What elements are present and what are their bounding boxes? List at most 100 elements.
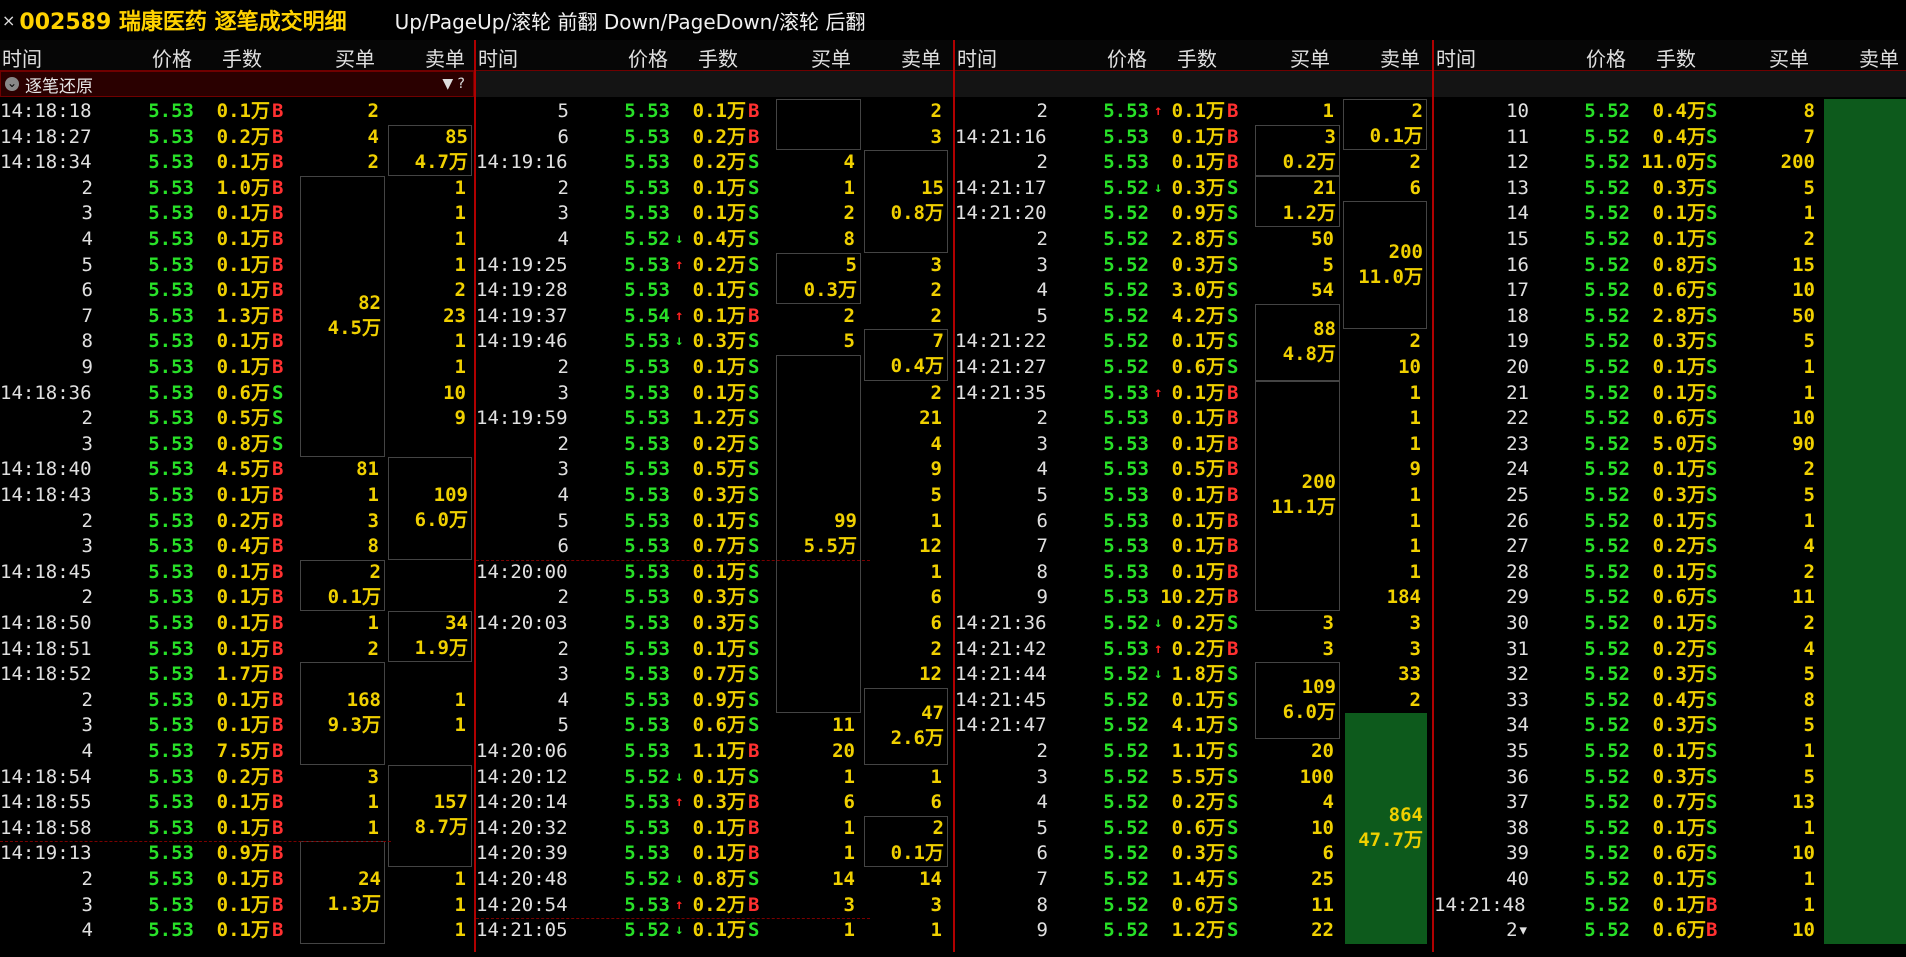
trade-row[interactable]: 2 5.53 0.3万 S 6: [476, 585, 953, 611]
trade-row[interactable]: 14:20:39 5.53 0.1万 B 1: [476, 841, 953, 867]
trade-row[interactable]: 2 5.53 0.1万 B 1: [0, 867, 474, 893]
trade-row[interactable]: 33 5.52 0.4万 S 8: [1434, 688, 1906, 714]
trade-row[interactable]: 37 5.52 0.7万 S 13: [1434, 790, 1906, 816]
trade-row[interactable]: 14:18:51 5.53 0.1万 B 2: [0, 637, 474, 663]
trade-row[interactable]: 4 5.52 ↓ 0.4万 S 8: [476, 227, 953, 253]
trade-row[interactable]: 6 5.53 0.1万 B 1: [955, 509, 1432, 535]
column-header-buy[interactable]: 买单: [1290, 43, 1330, 72]
trade-row[interactable]: 17 5.52 0.6万 S 10: [1434, 278, 1906, 304]
trade-row[interactable]: 14:21:16 5.53 0.1万 B: [955, 125, 1432, 151]
trade-row[interactable]: 4 5.53 0.5万 B 9: [955, 457, 1432, 483]
trade-row[interactable]: 14:18:36 5.53 0.6万 S 10: [0, 381, 474, 407]
trade-row[interactable]: 14 5.52 0.1万 S 1: [1434, 201, 1906, 227]
trade-row[interactable]: 6 5.53 0.7万 S 12: [476, 534, 953, 560]
trade-row[interactable]: 4 5.53 0.9万 S: [476, 688, 953, 714]
trade-row[interactable]: 5 5.53 0.1万 B 1: [0, 253, 474, 279]
trade-row[interactable]: 14:21:05 5.52 ↓ 0.1万 S 1 1: [476, 918, 953, 944]
trade-row[interactable]: 21 5.52 0.1万 S 1: [1434, 381, 1906, 407]
trade-row[interactable]: 14:20:32 5.53 0.1万 B 1: [476, 816, 953, 842]
trade-row[interactable]: 39 5.52 0.6万 S 10: [1434, 841, 1906, 867]
trade-row[interactable]: 4 5.52 3.0万 S 54: [955, 278, 1432, 304]
trade-row[interactable]: 30 5.52 0.1万 S 2: [1434, 611, 1906, 637]
trade-row[interactable]: 14:19:16 5.53 0.2万 S 4: [476, 150, 953, 176]
trade-row[interactable]: 7 5.52 1.4万 S 25: [955, 867, 1432, 893]
trade-row[interactable]: 14:18:52 5.53 1.7万 B: [0, 662, 474, 688]
trade-row[interactable]: 5 5.53 0.1万 B 2: [476, 99, 953, 125]
trade-row[interactable]: 14:20:06 5.53 1.1万 B 20: [476, 739, 953, 765]
trade-row[interactable]: 14:18:55 5.53 0.1万 B 1: [0, 790, 474, 816]
trade-row[interactable]: 19 5.52 0.3万 S 5: [1434, 329, 1906, 355]
trade-row[interactable]: 2 5.53 0.1万 S 1: [476, 176, 953, 202]
trade-row[interactable]: 9 5.53 0.1万 B 1: [0, 355, 474, 381]
trade-row[interactable]: 3 5.52 0.3万 S 5: [955, 253, 1432, 279]
trade-row[interactable]: 14:21:44 5.52 ↓ 1.8万 S 33: [955, 662, 1432, 688]
trade-row[interactable]: 8 5.52 0.6万 S 11: [955, 893, 1432, 919]
column-header-volume[interactable]: 手数: [698, 43, 738, 72]
trade-row[interactable]: 14:18:54 5.53 0.2万 B 3: [0, 765, 474, 791]
trade-row[interactable]: 14:18:34 5.53 0.1万 B 2: [0, 150, 474, 176]
column-header-volume[interactable]: 手数: [1177, 43, 1217, 72]
column-header-volume[interactable]: 手数: [222, 43, 262, 72]
trade-row[interactable]: 2 5.53 0.1万 S 2: [476, 637, 953, 663]
trade-row[interactable]: 14:21:47 5.52 4.1万 S: [955, 713, 1432, 739]
column-header-sell[interactable]: 卖单: [1859, 43, 1899, 72]
trade-row[interactable]: 14:20:00 5.53 0.1万 S 1: [476, 560, 953, 586]
trade-row[interactable]: 5 5.53 0.1万 S 1: [476, 509, 953, 535]
trade-row[interactable]: 18 5.52 2.8万 S 50: [1434, 304, 1906, 330]
trade-row[interactable]: 9 5.53 10.2万 B 184: [955, 585, 1432, 611]
column-header-time[interactable]: 时间: [478, 43, 518, 72]
trade-row[interactable]: 2 5.53 0.2万 S 4: [476, 432, 953, 458]
trade-row[interactable]: 25 5.52 0.3万 S 5: [1434, 483, 1906, 509]
trade-row[interactable]: 4 5.52 0.2万 S 4: [955, 790, 1432, 816]
column-header-sell[interactable]: 卖单: [425, 43, 465, 72]
column-header-buy[interactable]: 买单: [335, 43, 375, 72]
trade-row[interactable]: 14:20:48 5.52 ↓ 0.8万 S 14 14: [476, 867, 953, 893]
trade-row[interactable]: 14:19:28 5.53 0.1万 S 2: [476, 278, 953, 304]
trade-row[interactable]: 14:21:20 5.52 0.9万 S: [955, 201, 1432, 227]
trade-row[interactable]: 14:19:46 5.53 ↓ 0.3万 S 5: [476, 329, 953, 355]
trade-row[interactable]: 14:18:18 5.53 0.1万 B 2: [0, 99, 474, 125]
column-header-sell[interactable]: 卖单: [901, 43, 941, 72]
trade-row[interactable]: 14:19:13 5.53 0.9万 B: [0, 841, 474, 867]
filter-icon[interactable]: ▼ ?: [442, 76, 465, 92]
trade-row[interactable]: 14:18:50 5.53 0.1万 B 1: [0, 611, 474, 637]
trade-row[interactable]: 2 5.53 0.1万 B 1: [0, 688, 474, 714]
trade-row[interactable]: 7 5.53 0.1万 B 1: [955, 534, 1432, 560]
trade-row[interactable]: 2 5.53 0.1万 B: [0, 585, 474, 611]
trade-row[interactable]: 14:21:35 5.53 ↑ 0.1万 B 1: [955, 381, 1432, 407]
trade-row[interactable]: 2 5.53 0.1万 S: [476, 355, 953, 381]
column-header-buy[interactable]: 买单: [811, 43, 851, 72]
trade-row[interactable]: 5 5.52 4.2万 S: [955, 304, 1432, 330]
column-header-sell[interactable]: 卖单: [1380, 43, 1420, 72]
trade-row[interactable]: 14:21:45 5.52 0.1万 S 2: [955, 688, 1432, 714]
trade-row[interactable]: 3 5.53 0.8万 S: [0, 432, 474, 458]
trade-row[interactable]: 2 5.53 ↑ 0.1万 B 1: [955, 99, 1432, 125]
trade-row[interactable]: 14:18:40 5.53 4.5万 B 81: [0, 457, 474, 483]
column-header-time[interactable]: 时间: [957, 43, 997, 72]
trade-row[interactable]: 31 5.52 0.2万 S 4: [1434, 637, 1906, 663]
trade-row[interactable]: 14:18:45 5.53 0.1万 B: [0, 560, 474, 586]
trade-row[interactable]: 8 5.53 0.1万 B 1: [955, 560, 1432, 586]
trade-row[interactable]: 11 5.52 0.4万 S 7: [1434, 125, 1906, 151]
trade-row[interactable]: 3 5.53 0.1万 B 1: [0, 201, 474, 227]
trade-row[interactable]: 3 5.53 0.1万 S 2: [476, 201, 953, 227]
trade-row[interactable]: 36 5.52 0.3万 S 5: [1434, 765, 1906, 791]
trade-row[interactable]: 14:19:37 5.54 ↑ 0.1万 B 2 2: [476, 304, 953, 330]
column-header-time[interactable]: 时间: [1436, 43, 1476, 72]
trade-row[interactable]: 2 5.52 1.1万 S 20: [955, 739, 1432, 765]
collapse-icon[interactable]: ⌄: [5, 77, 19, 91]
trade-row[interactable]: 24 5.52 0.1万 S 2: [1434, 457, 1906, 483]
column-header-volume[interactable]: 手数: [1656, 43, 1696, 72]
trade-row[interactable]: 27 5.52 0.2万 S 4: [1434, 534, 1906, 560]
trade-row[interactable]: 14:21:27 5.52 0.6万 S 10: [955, 355, 1432, 381]
trade-row[interactable]: 8 5.53 0.1万 B 1: [0, 329, 474, 355]
column-header-price[interactable]: 价格: [1586, 43, 1626, 72]
trade-row[interactable]: 26 5.52 0.1万 S 1: [1434, 509, 1906, 535]
trade-row[interactable]: 14:20:03 5.53 0.3万 S 6: [476, 611, 953, 637]
trade-row[interactable]: 10 5.52 0.4万 S 8: [1434, 99, 1906, 125]
trade-row[interactable]: 14:21:17 5.52 ↓ 0.3万 S 6: [955, 176, 1432, 202]
trade-row[interactable]: 4 5.53 0.3万 S 5: [476, 483, 953, 509]
trade-row[interactable]: 15 5.52 0.1万 S 2: [1434, 227, 1906, 253]
column-header-price[interactable]: 价格: [1107, 43, 1147, 72]
column-header-buy[interactable]: 买单: [1769, 43, 1809, 72]
